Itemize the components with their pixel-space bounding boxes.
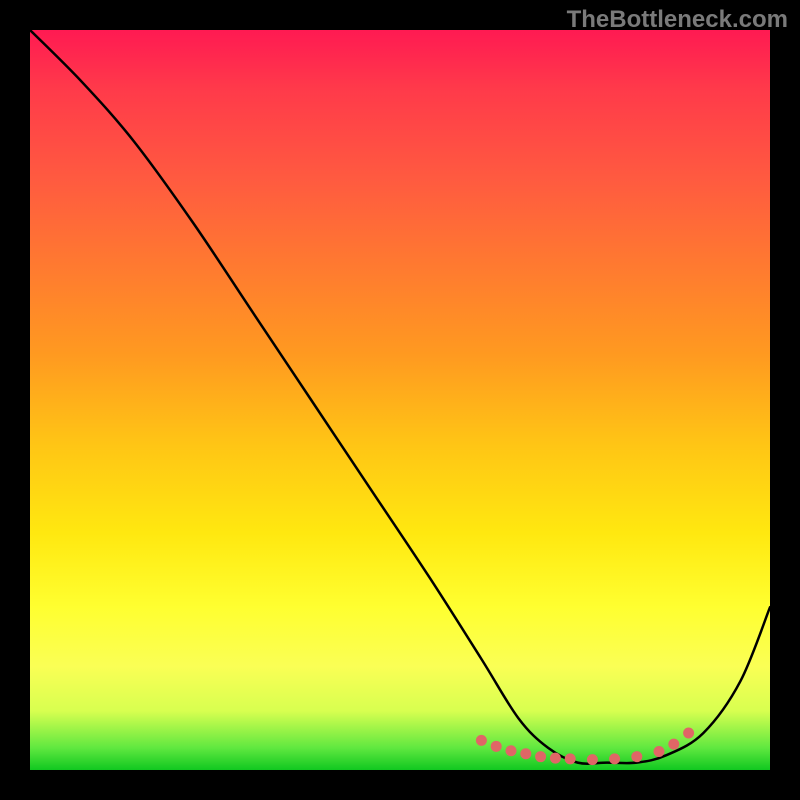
marker-dot <box>565 753 576 764</box>
marker-dot <box>668 739 679 750</box>
marker-dot <box>609 753 620 764</box>
marker-dot <box>520 748 531 759</box>
marker-dot <box>587 754 598 765</box>
marker-dot <box>654 746 665 757</box>
marker-dot <box>683 728 694 739</box>
marker-dots <box>476 728 694 766</box>
marker-dot <box>535 751 546 762</box>
marker-dot <box>491 741 502 752</box>
marker-dot <box>631 751 642 762</box>
chart-frame: TheBottleneck.com <box>0 0 800 800</box>
marker-dot <box>476 735 487 746</box>
marker-dot <box>550 753 561 764</box>
marker-dot <box>506 745 517 756</box>
bottleneck-curve <box>30 30 770 764</box>
curve-svg <box>30 30 770 770</box>
plot-area <box>30 30 770 770</box>
